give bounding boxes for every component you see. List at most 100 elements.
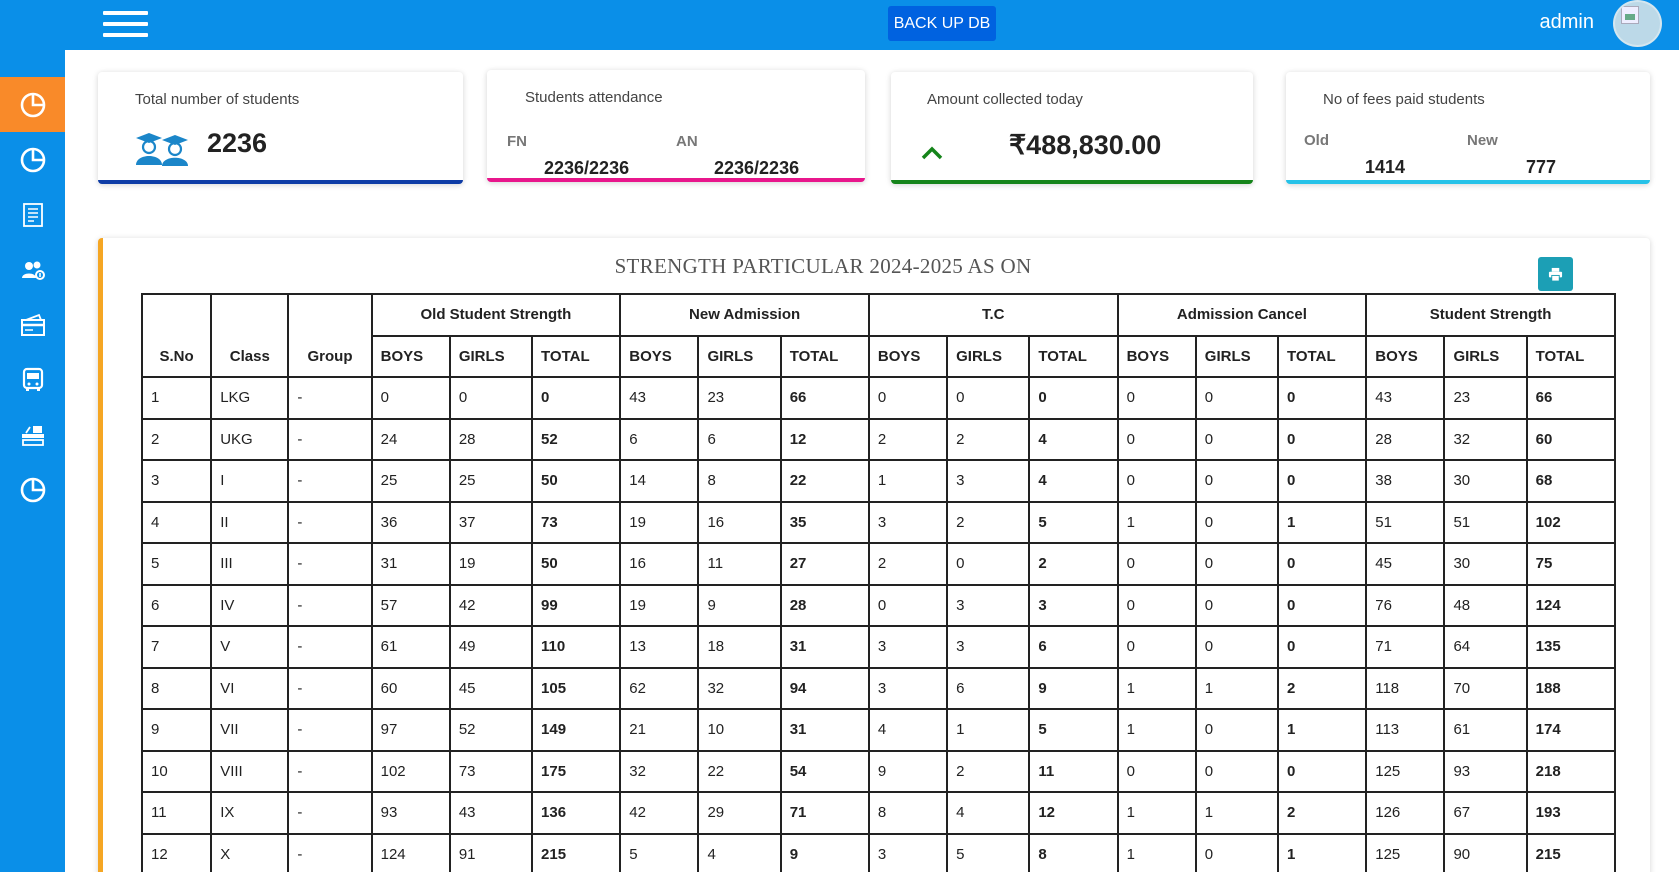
backup-db-button[interactable]: BACK UP DB xyxy=(888,6,996,41)
col-boys: BOYS xyxy=(370,334,451,378)
cell-boys: 76 xyxy=(1365,583,1446,627)
cell-total: 60 xyxy=(1525,417,1617,461)
cell-boys: 0 xyxy=(867,583,949,627)
cell-total: 105 xyxy=(531,666,622,710)
cell-girls: 6 xyxy=(946,666,1031,710)
cell-sno: 12 xyxy=(140,832,213,872)
cell-total: 31 xyxy=(779,625,870,669)
cell-girls: 22 xyxy=(697,749,782,793)
pie-chart-icon xyxy=(20,147,45,172)
col-total: TOTAL xyxy=(1525,334,1617,378)
cell-total: 73 xyxy=(531,500,622,544)
cell-girls: 90 xyxy=(1443,832,1528,872)
cell-girls: 23 xyxy=(697,376,782,420)
cell-girls: 3 xyxy=(946,625,1031,669)
cell-boys: 45 xyxy=(1365,542,1446,586)
cell-total: 12 xyxy=(1028,791,1119,835)
cell-boys: 0 xyxy=(1116,376,1197,420)
cell-boys: 3 xyxy=(867,625,949,669)
sidebar-item-transport[interactable] xyxy=(0,352,65,407)
table-row: 9 VII -97 52 149 21 10 31 4 1 5 1 0 1 113 61 174 xyxy=(140,708,1617,752)
cell-total: 5 xyxy=(1028,708,1119,752)
cell-total: 136 xyxy=(531,791,622,835)
cell-girls: 73 xyxy=(448,749,534,793)
col-class: Class xyxy=(210,293,290,378)
sidebar-item-payments[interactable] xyxy=(0,297,65,352)
new-value: 777 xyxy=(1526,157,1557,177)
cell-boys: 32 xyxy=(619,749,700,793)
cell-girls: 0 xyxy=(1194,417,1280,461)
cell-boys: 4 xyxy=(867,708,949,752)
cell-girls: 1 xyxy=(1194,791,1280,835)
cell-group: - xyxy=(287,832,373,872)
cell-sno: 2 xyxy=(140,417,213,461)
cell-total: 102 xyxy=(1525,500,1617,544)
cell-sno: 5 xyxy=(140,542,213,586)
cell-total: 0 xyxy=(1028,376,1119,420)
cell-total: 54 xyxy=(779,749,870,793)
cell-girls: 0 xyxy=(1194,583,1280,627)
sidebar-item-reports[interactable] xyxy=(0,132,65,187)
cell-boys: 43 xyxy=(1365,376,1446,420)
document-icon xyxy=(22,202,43,227)
cell-boys: 19 xyxy=(619,500,700,544)
cell-girls: 5 xyxy=(946,832,1031,872)
cell-girls: 16 xyxy=(697,500,782,544)
avatar[interactable] xyxy=(1613,0,1662,47)
cell-boys: 19 xyxy=(619,583,700,627)
cell-girls: 67 xyxy=(1443,791,1528,835)
cell-total: 1 xyxy=(1276,832,1368,872)
cell-total: 66 xyxy=(779,376,870,420)
cell-total: 193 xyxy=(1525,791,1617,835)
cell-girls: 0 xyxy=(1194,459,1280,503)
sidebar-item-staff[interactable] xyxy=(0,407,65,462)
cell-girls: 0 xyxy=(1194,832,1280,872)
cell-total: 1 xyxy=(1276,708,1368,752)
card-title: Students attendance xyxy=(525,89,663,106)
cell-boys: 1 xyxy=(1116,708,1197,752)
cell-boys: 0 xyxy=(1116,625,1197,669)
cell-total: 0 xyxy=(1276,583,1368,627)
cell-group: - xyxy=(287,708,373,752)
table-row: 6 IV -57 42 99 19 9 28 0 3 3 0 0 0 76 48 124 xyxy=(140,583,1617,627)
group-student-strength: Student Strength xyxy=(1365,293,1616,337)
fn-value: 2236/2236 xyxy=(544,158,630,178)
sidebar-item-dashboard[interactable] xyxy=(0,77,65,132)
table-row: 4 II -36 37 73 19 16 35 3 2 5 1 0 1 51 51 102 xyxy=(140,500,1617,544)
cell-boys: 0 xyxy=(1116,749,1197,793)
cell-girls: 10 xyxy=(697,708,782,752)
cell-girls: 0 xyxy=(1194,500,1280,544)
cell-girls: 18 xyxy=(697,625,782,669)
cell-girls: 9 xyxy=(697,583,782,627)
cell-total: 75 xyxy=(1525,542,1617,586)
menu-icon[interactable] xyxy=(103,11,148,38)
cell-boys: 36 xyxy=(370,500,451,544)
cell-total: 5 xyxy=(1028,500,1119,544)
cell-total: 9 xyxy=(779,832,870,872)
cell-total: 68 xyxy=(1525,459,1617,503)
cell-class: IV xyxy=(210,583,290,627)
col-girls: GIRLS xyxy=(1443,334,1528,378)
sidebar-item-analytics[interactable] xyxy=(0,462,65,517)
cell-total: 175 xyxy=(531,749,622,793)
user-name[interactable]: admin xyxy=(1500,11,1594,34)
cell-boys: 16 xyxy=(619,542,700,586)
cell-girls: 4 xyxy=(697,832,782,872)
cell-sno: 11 xyxy=(140,791,213,835)
cell-class: VIII xyxy=(210,749,290,793)
sidebar-item-documents[interactable] xyxy=(0,187,65,242)
cell-class: V xyxy=(210,625,290,669)
cell-boys: 113 xyxy=(1365,708,1446,752)
cell-total: 218 xyxy=(1525,749,1617,793)
cell-group: - xyxy=(287,791,373,835)
sidebar-item-users[interactable] xyxy=(0,242,65,297)
cell-girls: 93 xyxy=(1443,749,1528,793)
print-button[interactable] xyxy=(1538,257,1573,291)
cell-girls: 11 xyxy=(697,542,782,586)
cell-boys: 0 xyxy=(1116,542,1197,586)
table-row: 8 VI -60 45 105 62 32 94 3 6 9 1 1 2 118 70 188 xyxy=(140,666,1617,710)
col-boys: BOYS xyxy=(867,334,949,378)
cell-boys: 43 xyxy=(619,376,700,420)
table-row: 3 I -25 25 50 14 8 22 1 3 4 0 0 0 38 30 68 xyxy=(140,459,1617,503)
cell-boys: 0 xyxy=(1116,583,1197,627)
